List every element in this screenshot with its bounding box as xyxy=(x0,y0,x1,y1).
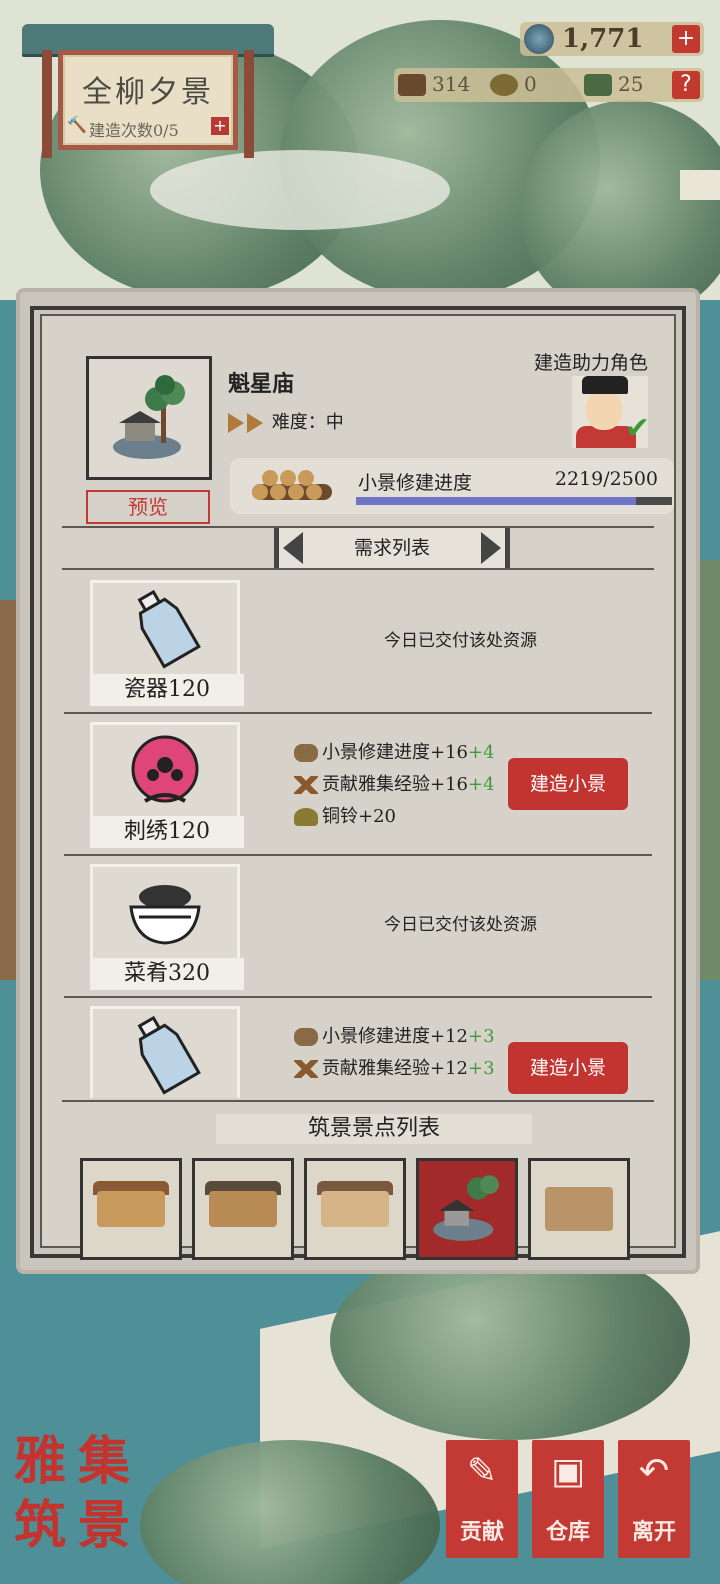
leave-button[interactable]: ↶ 离开 xyxy=(618,1440,690,1558)
list-item: 菜肴320 今日已交付该处资源 xyxy=(64,854,652,998)
hammer-icon: 🔨 xyxy=(67,115,87,134)
item-box: 瓷器120 xyxy=(90,580,244,706)
progress-value: 2219/2500 xyxy=(554,468,658,490)
requirement-list[interactable]: 瓷器120 今日已交付该处资源 刺绣120 小景修建进度+16+4 贡献雅集经验… xyxy=(64,570,652,1098)
site-thumbnail-1[interactable] xyxy=(80,1158,182,1260)
preview-button[interactable]: 预览 xyxy=(86,490,210,524)
game-logo: 雅 集 筑 景 xyxy=(14,1431,131,1556)
embroidery-icon xyxy=(131,735,199,803)
progress-fill xyxy=(356,497,637,505)
requirement-tab: 需求列表 xyxy=(274,528,510,568)
reward-progress: 小景修建进度+12+3 xyxy=(294,1022,495,1048)
progress-box: 小景修建进度 2219/2500 xyxy=(230,458,674,514)
jade-icon xyxy=(584,74,612,96)
temple-icon xyxy=(113,375,185,459)
return-icon: ↶ xyxy=(638,1451,670,1492)
build-count: 建造次数0/5 xyxy=(89,121,179,140)
site-list: 筑景景点列表 xyxy=(62,1100,654,1260)
jade-value: 25 xyxy=(618,72,644,96)
reward-exp: 贡献雅集经验+16+4 xyxy=(294,770,495,796)
site-thumbnail-4-selected[interactable] xyxy=(416,1158,518,1260)
resource-counter: 314 0 25 ? xyxy=(394,68,704,102)
check-icon: ✔ xyxy=(624,411,650,446)
site-thumbnail-5[interactable] xyxy=(528,1158,630,1260)
helper-label: 建造助力角色 xyxy=(533,352,648,374)
build-panel: 预览 魁星庙 难度：中 建造助力角色 ✔ 小景修建进度 2219/2500 需求… xyxy=(20,292,696,1270)
reward-bell: 铜铃+20 xyxy=(294,802,396,828)
wood-icon xyxy=(398,74,426,96)
add-build-count-button[interactable]: + xyxy=(211,117,229,135)
item-name: 瓷器120 xyxy=(90,674,244,706)
box-icon: ▣ xyxy=(550,1451,585,1492)
location-title: 全柳夕景 xyxy=(82,75,214,110)
building-thumbnail xyxy=(86,356,212,480)
wood-value: 314 xyxy=(432,72,471,96)
scroll-icon: ✎ xyxy=(466,1451,498,1492)
dish-bowl-icon xyxy=(129,885,201,945)
item-name: 菜肴320 xyxy=(90,958,244,990)
location-sign: 全柳夕景 🔨 建造次数0/5 + xyxy=(22,24,274,158)
item-box: 刺绣120 xyxy=(90,722,244,848)
build-button[interactable]: 建造小景 xyxy=(508,1042,628,1094)
crossed-brushes-icon xyxy=(294,1060,318,1078)
difficulty-arrow-icon xyxy=(228,413,244,433)
porcelain-vase-icon xyxy=(137,1015,201,1095)
reward-progress: 小景修建进度+16+4 xyxy=(294,738,495,764)
item-name: 刺绣120 xyxy=(90,816,244,848)
warehouse-button[interactable]: ▣ 仓库 xyxy=(532,1440,604,1558)
build-button[interactable]: 建造小景 xyxy=(508,758,628,810)
progress-label: 小景修建进度 xyxy=(358,472,473,494)
crossed-brushes-icon xyxy=(294,776,318,794)
temple-icon xyxy=(433,1175,499,1241)
logs-icon xyxy=(252,470,332,500)
logs-icon xyxy=(294,744,318,762)
bell-icon xyxy=(294,808,318,826)
site-list-header: 筑景景点列表 xyxy=(216,1114,532,1144)
difficulty: 难度：中 xyxy=(228,408,344,434)
coin-icon xyxy=(524,24,554,54)
requirement-header: 需求列表 xyxy=(62,526,654,570)
coin-value: 1,771 xyxy=(562,24,644,54)
contribute-button[interactable]: ✎ 贡献 xyxy=(446,1440,518,1558)
item-box xyxy=(90,1006,240,1098)
add-coins-button[interactable]: + xyxy=(672,25,700,53)
building-name: 魁星庙 xyxy=(228,371,295,397)
progress-bar xyxy=(356,497,672,505)
item-box: 菜肴320 xyxy=(90,864,244,990)
site-thumbnail-2[interactable] xyxy=(192,1158,294,1260)
site-thumbnail-3[interactable] xyxy=(304,1158,406,1260)
reward-exp: 贡献雅集经验+12+3 xyxy=(294,1054,495,1080)
help-button[interactable]: ? xyxy=(672,71,700,99)
helper-avatar[interactable]: ✔ xyxy=(572,376,650,448)
coin-counter: 1,771 + xyxy=(520,22,704,56)
delivered-status: 今日已交付该处资源 xyxy=(384,915,537,935)
difficulty-arrow-icon xyxy=(247,413,263,433)
porcelain-vase-icon xyxy=(137,589,201,669)
difficulty-label: 难度：中 xyxy=(271,412,344,433)
bell-value: 0 xyxy=(524,72,537,96)
bell-icon xyxy=(490,74,518,96)
logs-icon xyxy=(294,1028,318,1046)
list-item: 瓷器120 今日已交付该处资源 xyxy=(64,570,652,714)
list-item: 刺绣120 小景修建进度+16+4 贡献雅集经验+16+4 铜铃+20 建造小景 xyxy=(64,712,652,856)
list-item: 小景修建进度+12+3 贡献雅集经验+12+3 建造小景 xyxy=(64,996,652,1098)
delivered-status: 今日已交付该处资源 xyxy=(384,631,537,651)
